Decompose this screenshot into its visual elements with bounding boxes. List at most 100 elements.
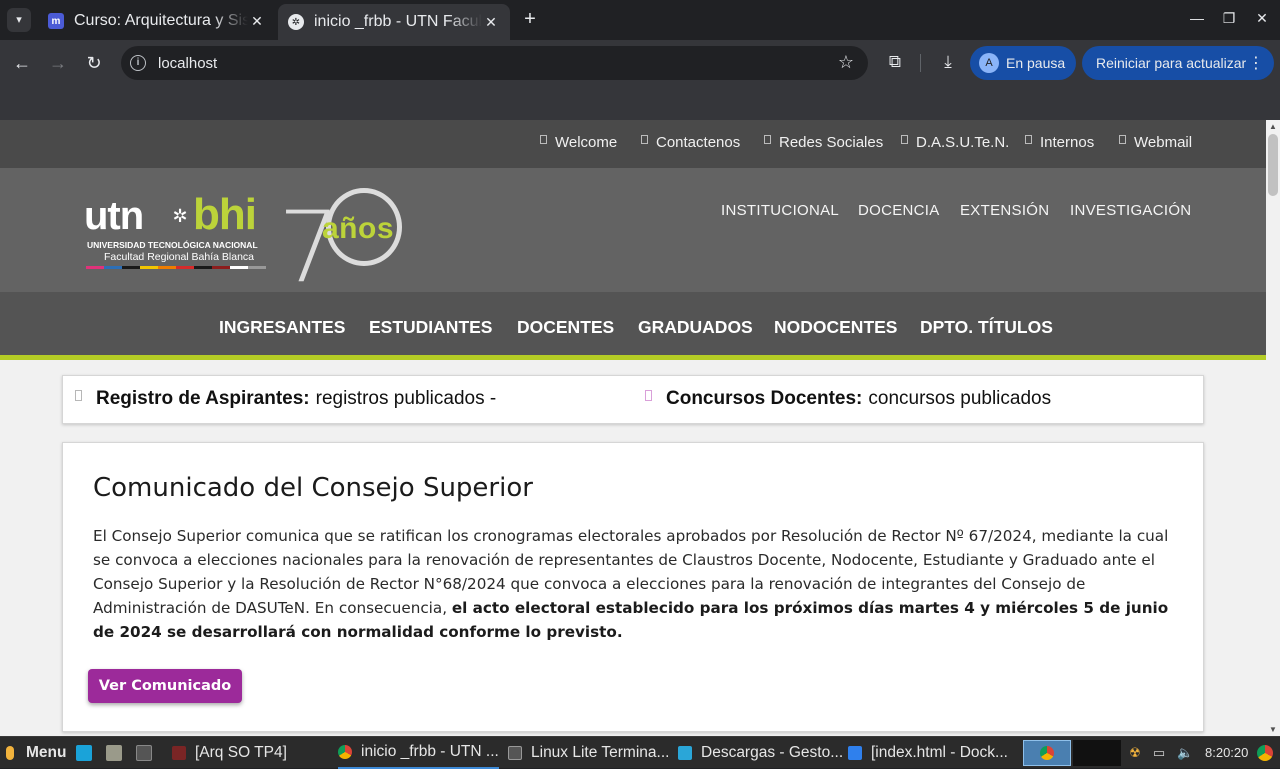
files-launcher-icon[interactable] xyxy=(106,745,122,761)
back-icon[interactable]: ← xyxy=(10,51,34,75)
logo-stripe xyxy=(122,266,140,269)
logo-emblem-icon: ✲ xyxy=(172,206,188,226)
terminal-icon xyxy=(508,746,522,760)
nav-institucional[interactable]: INSTITUCIONAL xyxy=(721,202,839,219)
link-icon xyxy=(1025,135,1032,144)
ticker-item-registro[interactable]: Registro de Aspirantes: registros public… xyxy=(75,388,496,410)
update-button[interactable]: Reiniciar para actualizar ⋮ xyxy=(1082,46,1274,80)
nav-nodocentes[interactable]: NODOCENTES xyxy=(774,317,897,338)
bullet-icon xyxy=(75,389,82,401)
profile-status: En pausa xyxy=(1006,55,1066,71)
announcement-body: El Consejo Superior comunica que se rati… xyxy=(93,527,1169,641)
top-utility-bar: Welcome Contactenos Redes Sociales D.A.S… xyxy=(0,120,1266,168)
nav-dpto-titulos[interactable]: DPTO. TÍTULOS xyxy=(920,317,1053,338)
bookmark-star-icon[interactable]: ☆ xyxy=(838,52,854,73)
taskbar-item-arq-so[interactable]: [Arq SO TP4] xyxy=(172,737,287,769)
moodle-icon: m xyxy=(48,13,64,29)
announcement-card: Comunicado del Consejo Superior El Conse… xyxy=(62,442,1204,732)
nav-extension[interactable]: EXTENSIÓN xyxy=(960,202,1049,219)
restore-icon[interactable]: ❐ xyxy=(1219,10,1239,27)
toolbar-divider xyxy=(920,54,921,72)
logo-utn-text: utn xyxy=(84,194,144,238)
extensions-icon[interactable]: ⧉ xyxy=(884,52,906,72)
more-menu-icon[interactable]: ⋮ xyxy=(1248,53,1264,73)
topbar-link-webmail[interactable]: Webmail xyxy=(1119,134,1192,151)
chrome-icon xyxy=(338,745,352,759)
workspace-2[interactable] xyxy=(1073,740,1121,766)
scroll-up-icon[interactable]: ▲ xyxy=(1269,122,1277,131)
nav-graduados[interactable]: GRADUADOS xyxy=(638,317,753,338)
close-icon[interactable]: ✕ xyxy=(482,14,500,31)
ver-comunicado-button[interactable]: Ver Comunicado xyxy=(88,669,242,703)
update-label: Reiniciar para actualizar xyxy=(1096,55,1247,71)
tab-search-icon[interactable]: ▾ xyxy=(7,8,31,32)
os-taskbar: Menu [Arq SO TP4] inicio _frbb - UTN ...… xyxy=(0,736,1280,769)
page-scrollbar[interactable]: ▲ ▼ xyxy=(1266,120,1280,736)
logo-stripe xyxy=(86,266,104,269)
profile-button[interactable]: A En pausa xyxy=(970,46,1076,80)
logo-stripe xyxy=(104,266,122,269)
update-tray-icon[interactable]: ☢ xyxy=(1127,745,1143,761)
logo-stripe xyxy=(194,266,212,269)
site-info-icon[interactable]: i xyxy=(130,55,146,71)
nav-investigacion[interactable]: INVESTIGACIÓN xyxy=(1070,202,1191,219)
logo-bhi-text: bhi xyxy=(193,190,257,239)
address-text[interactable]: localhost xyxy=(158,55,217,72)
logo-stripe xyxy=(230,266,248,269)
logo-university-name: UNIVERSIDAD TECNOLÓGICA NACIONAL xyxy=(87,240,258,250)
taskbar-item-descargas[interactable]: Descargas - Gesto... xyxy=(678,737,843,769)
chrome-tray-icon[interactable] xyxy=(1257,745,1273,761)
forward-icon[interactable]: → xyxy=(46,51,70,75)
tab-title: inicio _frbb - UTN Facultad Regional Bah… xyxy=(314,13,482,30)
web-page: Welcome Contactenos Redes Sociales D.A.S… xyxy=(0,120,1266,736)
link-icon xyxy=(1119,135,1126,144)
address-bar[interactable]: i localhost ☆ xyxy=(121,46,868,80)
reload-icon[interactable]: ↻ xyxy=(82,51,106,75)
taskbar-item-terminal[interactable]: Linux Lite Termina... xyxy=(508,737,669,769)
anniversary-label: años xyxy=(322,212,395,245)
logo-stripe xyxy=(212,266,230,269)
download-icon[interactable]: ⤓ xyxy=(937,52,959,72)
tab-inicio-frbb[interactable]: ✲ inicio _frbb - UTN Facultad Regional B… xyxy=(278,4,510,40)
logo-color-stripes xyxy=(86,266,266,269)
volume-icon[interactable]: 🔈 xyxy=(1177,745,1193,761)
topbar-link-contactenos[interactable]: Contactenos xyxy=(641,134,740,151)
start-menu-button[interactable]: Menu xyxy=(6,737,66,769)
nav-ingresantes[interactable]: INGRESANTES xyxy=(219,317,345,338)
browser-toolbar: ← → ↻ i localhost ☆ ⧉ ⤓ A En pausa Reini… xyxy=(0,40,1280,120)
tab-curso[interactable]: m Curso: Arquitectura y Sistemas Operati… xyxy=(38,4,276,38)
topbar-link-dasuten[interactable]: D.A.S.U.Te.N. xyxy=(901,134,1009,151)
taskbar-item-chrome[interactable]: inicio _frbb - UTN ... xyxy=(338,737,499,769)
logo-faculty-name: Facultad Regional Bahía Blanca xyxy=(104,251,255,263)
nav-docencia[interactable]: DOCENCIA xyxy=(858,202,940,219)
workspace-1[interactable] xyxy=(1023,740,1071,766)
site-header: utn ✲ bhi UNIVERSIDAD TECNOLÓGICA NACION… xyxy=(0,168,1266,297)
desktop-launcher-icon[interactable] xyxy=(76,745,92,761)
folder-icon xyxy=(678,746,692,760)
scroll-down-icon[interactable]: ▼ xyxy=(1269,725,1277,734)
logo-stripe xyxy=(248,266,266,269)
minimize-icon[interactable]: — xyxy=(1187,10,1207,26)
logo-stripe xyxy=(158,266,176,269)
close-icon[interactable]: ✕ xyxy=(248,13,266,30)
news-ticker: Registro de Aspirantes: registros public… xyxy=(62,375,1204,424)
ticker-item-concursos[interactable]: Concursos Docentes: concursos publicados xyxy=(645,388,1051,410)
nav-estudiantes[interactable]: ESTUDIANTES xyxy=(369,317,492,338)
new-tab-button[interactable]: + xyxy=(519,9,541,31)
chrome-icon xyxy=(1040,746,1054,760)
terminal-launcher-icon[interactable] xyxy=(136,745,152,761)
topbar-link-redes-sociales[interactable]: Redes Sociales xyxy=(764,134,883,151)
announcement-title: Comunicado del Consejo Superior xyxy=(93,473,533,503)
topbar-link-internos[interactable]: Internos xyxy=(1025,134,1094,151)
avatar: A xyxy=(979,53,999,73)
nav-docentes[interactable]: DOCENTES xyxy=(517,317,614,338)
window-close-icon[interactable]: ✕ xyxy=(1252,10,1272,27)
taskbar-item-vscode[interactable]: [index.html - Dock... xyxy=(848,737,1008,769)
window-icon xyxy=(172,746,186,760)
topbar-link-welcome[interactable]: Welcome xyxy=(540,134,617,151)
bullet-icon xyxy=(645,389,652,401)
scroll-thumb[interactable] xyxy=(1268,134,1278,196)
network-icon[interactable]: ▭ xyxy=(1151,745,1167,761)
link-icon xyxy=(901,135,908,144)
clock: 8:20:20 xyxy=(1205,745,1249,760)
